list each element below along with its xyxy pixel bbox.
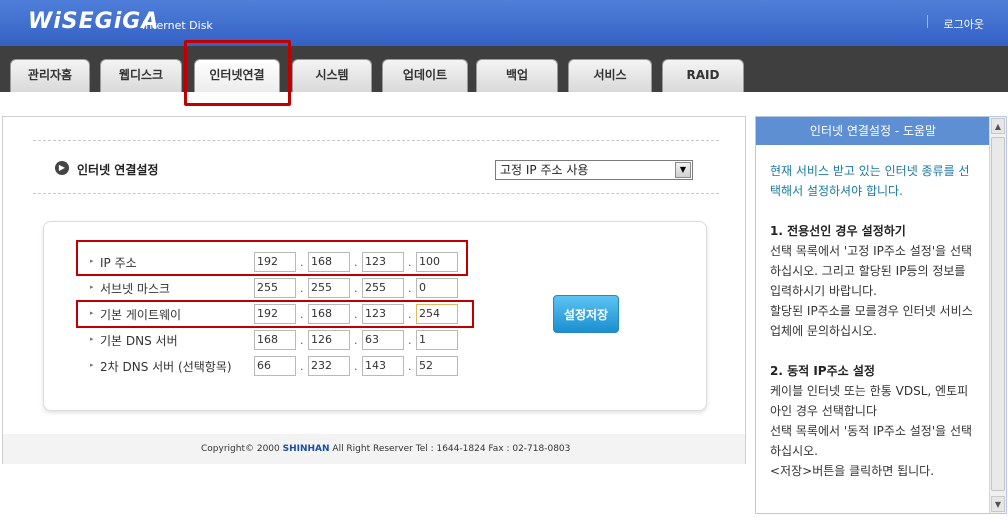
tab-admin-home[interactable]: 관리자홈: [10, 59, 90, 92]
help-section-2-title: 2. 동적 IP주소 설정: [770, 364, 875, 378]
dns2-octet-2[interactable]: 232: [308, 356, 350, 376]
top-header: WiSEGiGA Internet Disk 로그아웃: [0, 0, 1008, 46]
field-label: 서브넷 마스크: [100, 282, 171, 296]
help-intro: 현재 서비스 받고 있는 인터넷 종류를 선택해서 설정하셔야 합니다.: [770, 164, 970, 198]
tab-update[interactable]: 업데이트: [382, 59, 468, 92]
logo-subtitle: Internet Disk: [142, 19, 213, 32]
dns2-octet-4[interactable]: 52: [416, 356, 458, 376]
footer: Copyright© 2000 SHINHAN All Right Reserv…: [3, 434, 745, 464]
scroll-thumb[interactable]: [991, 137, 1005, 491]
subnet-octet-1[interactable]: 255: [254, 278, 296, 298]
primary-dns-row: ▸ 기본 DNS 서버 168 . 126 . 63 . 1: [88, 330, 468, 350]
help-scrollbar[interactable]: ▲ ▼: [989, 117, 1006, 513]
tab-service[interactable]: 서비스: [568, 59, 652, 92]
dns1-octet-1[interactable]: 168: [254, 330, 296, 350]
main-nav: 관리자홈 웹디스크 인터넷연결 시스템 업데이트 백업 서비스 RAID: [0, 46, 1008, 92]
bullet-icon: ▸: [90, 335, 94, 343]
play-circle-icon: ▶: [55, 161, 69, 175]
dns1-octet-2[interactable]: 126: [308, 330, 350, 350]
copyright-text: Copyright© 2000 SHINHAN All Right Reserv…: [201, 444, 571, 454]
tab-system[interactable]: 시스템: [292, 59, 372, 92]
help-content: 현재 서비스 받고 있는 인터넷 종류를 선택해서 설정하셔야 합니다. 1. …: [770, 161, 978, 481]
dns1-octet-4[interactable]: 1: [416, 330, 458, 350]
main-panel: ▶ 인터넷 연결설정 고정 IP 주소 사용 ▼ ▸ IP 주소 192 . 1…: [2, 116, 746, 464]
help-section-1-text-2: 할당된 IP주소를 모를경우 인터넷 서비스 업체에 문의하십시오.: [770, 304, 973, 338]
help-title: 인터넷 연결설정 - 도움말: [756, 117, 990, 145]
help-section-1-title: 1. 전용선인 경우 설정하기: [770, 224, 906, 238]
ip-highlight-box: [76, 240, 468, 276]
help-section-2-text-2: 선택 목록에서 '동적 IP주소 설정'을 선택하십시오.: [770, 424, 973, 458]
app-window: WiSEGiGA Internet Disk 로그아웃 관리자홈 웹디스크 인터…: [0, 0, 1008, 532]
bullet-icon: ▸: [90, 283, 94, 291]
scroll-down-icon[interactable]: ▼: [991, 496, 1005, 512]
tab-raid[interactable]: RAID: [662, 59, 744, 92]
subnet-octet-4[interactable]: 0: [416, 278, 458, 298]
dns2-octet-3[interactable]: 143: [362, 356, 404, 376]
tab-webdisk[interactable]: 웹디스크: [100, 59, 182, 92]
help-section-1-text: 선택 목록에서 '고정 IP주소 설정'을 선택하십시오. 그리고 할당된 IP…: [770, 244, 973, 298]
gateway-highlight-box: [76, 300, 474, 328]
brand-name: SHINHAN: [282, 444, 330, 454]
chevron-down-icon[interactable]: ▼: [675, 162, 691, 178]
logout-link[interactable]: 로그아웃: [944, 16, 984, 32]
logo: WiSEGiGA: [28, 9, 160, 34]
subnet-mask-row: ▸ 서브넷 마스크 255 . 255 . 255 . 0: [88, 278, 468, 298]
connection-type-select[interactable]: 고정 IP 주소 사용 ▼: [495, 160, 693, 180]
help-section-2-text-3: <저장>버튼을 클릭하면 됩니다.: [770, 464, 935, 478]
section-title: 인터넷 연결설정: [77, 163, 159, 177]
help-section-2-text: 케이블 인터넷 또는 한통 VDSL, 엔토피아인 경우 선택합니다: [770, 384, 969, 418]
field-label: 기본 DNS 서버: [100, 334, 178, 348]
subnet-octet-2[interactable]: 255: [308, 278, 350, 298]
bullet-icon: ▸: [90, 361, 94, 369]
tab-highlight-box: [184, 40, 291, 106]
secondary-dns-row: ▸ 2차 DNS 서버 (선택항목) 66 . 232 . 143 . 52: [88, 356, 468, 376]
save-settings-button[interactable]: 설정저장: [553, 295, 619, 333]
connection-type-value: 고정 IP 주소 사용: [500, 163, 589, 177]
field-label: 2차 DNS 서버 (선택항목): [100, 360, 232, 374]
section-header: ▶ 인터넷 연결설정 고정 IP 주소 사용 ▼: [33, 140, 719, 194]
help-panel: 인터넷 연결설정 - 도움말 현재 서비스 받고 있는 인터넷 종류를 선택해서…: [755, 116, 1007, 514]
header-divider: [927, 15, 928, 28]
tab-backup[interactable]: 백업: [476, 59, 558, 92]
scroll-up-icon[interactable]: ▲: [991, 118, 1005, 134]
subnet-octet-3[interactable]: 255: [362, 278, 404, 298]
dns2-octet-1[interactable]: 66: [254, 356, 296, 376]
dns1-octet-3[interactable]: 63: [362, 330, 404, 350]
